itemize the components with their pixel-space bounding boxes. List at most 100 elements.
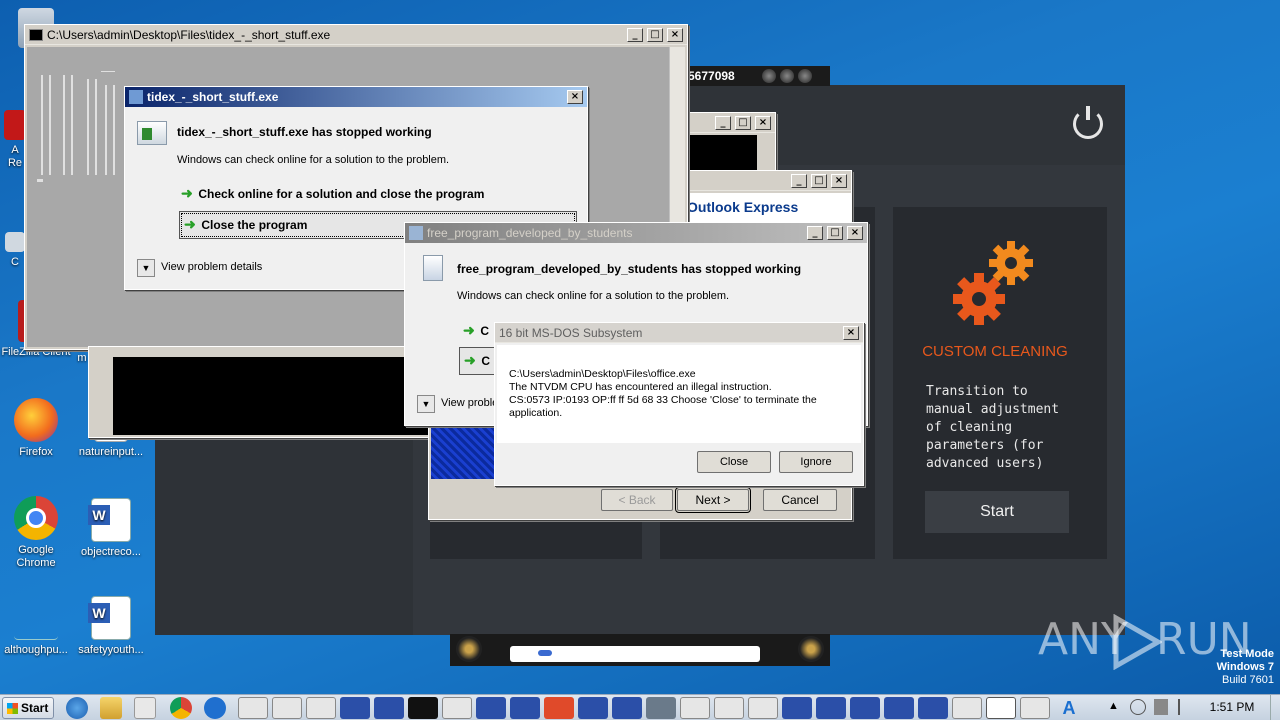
outlook-title: Outlook Express — [687, 199, 799, 215]
console-title: C:\Users\admin\Desktop\Files\tidex_-_sho… — [47, 27, 331, 42]
clock[interactable]: 1:51 PM — [1202, 700, 1262, 714]
taskbar-app-19[interactable] — [850, 697, 880, 719]
taskbar-app-11[interactable] — [578, 697, 608, 719]
taskbar-app-2[interactable] — [272, 697, 302, 719]
card-title: CUSTOM CLEANING — [922, 343, 1068, 360]
network-icon[interactable] — [1130, 699, 1146, 715]
taskbar-app-10[interactable] — [544, 697, 574, 719]
desktop-icon-label: safetyyouth... — [78, 644, 144, 656]
view-details-link[interactable]: View proble — [441, 397, 498, 409]
flag-icon[interactable] — [1178, 699, 1192, 715]
taskbar-app-17[interactable] — [782, 697, 812, 719]
speaker-icon[interactable] — [1154, 699, 1168, 715]
option-label: Close the program — [201, 218, 308, 232]
taskbar-app-23[interactable] — [986, 697, 1016, 719]
close-program-option[interactable]: ➜ C — [459, 347, 499, 375]
taskbar-app-3[interactable] — [306, 697, 336, 719]
close-icon[interactable]: × — [755, 115, 771, 130]
taskbar-app-1[interactable] — [238, 697, 268, 719]
tray-chevron-icon[interactable]: ▲ — [1108, 700, 1119, 712]
taskbar-app-21[interactable] — [918, 697, 948, 719]
close-button[interactable]: Close — [697, 451, 771, 473]
msdos-line-1: C:\Users\admin\Desktop\Files\office.exe — [509, 368, 696, 380]
cleaner-card-custom: CUSTOM CLEANING Transition to manual adj… — [893, 207, 1107, 559]
desktop-icon-objectreco[interactable]: W objectreco... — [75, 498, 147, 559]
arrow-right-icon: ➜ — [184, 216, 196, 232]
taskbar-app-15[interactable] — [714, 697, 744, 719]
desktop-icon-chrome[interactable]: Google Chrome — [0, 496, 72, 570]
ignore-button[interactable]: Ignore — [779, 451, 853, 473]
show-desktop-button[interactable] — [1270, 695, 1280, 720]
media-counter: 5677098 — [688, 69, 735, 83]
minimize-icon[interactable]: _ — [791, 173, 807, 188]
start-button[interactable]: Start — [2, 697, 54, 719]
taskbar-app-20[interactable] — [884, 697, 914, 719]
taskbar-app-9[interactable] — [510, 697, 540, 719]
desktop-icon-althoughpu[interactable]: althoughpu... — [0, 620, 72, 657]
desktop-icon-safetyyouth[interactable]: W safetyyouth... — [75, 596, 147, 657]
dialog-message: Windows can check online for a solution … — [177, 154, 450, 166]
wizard-banner — [431, 427, 495, 479]
dialog-msdos: 16 bit MS-DOS Subsystem × C:\Users\admin… — [494, 322, 864, 486]
chevron-down-icon[interactable]: ▼ — [137, 259, 155, 277]
taskbar-app-12[interactable] — [612, 697, 642, 719]
minimize-icon[interactable]: _ — [627, 27, 643, 42]
program-icon — [423, 255, 443, 281]
dialog-heading: free_program_developed_by_students has s… — [457, 262, 802, 276]
close-icon[interactable]: × — [831, 173, 847, 188]
maximize-icon[interactable]: □ — [647, 27, 663, 42]
windows-logo-icon — [7, 703, 18, 714]
power-icon[interactable] — [1073, 106, 1103, 139]
close-icon[interactable]: × — [843, 325, 859, 340]
check-online-option[interactable]: ➜ Check online for a solution and close … — [181, 183, 577, 205]
media-seek-bar[interactable] — [510, 646, 760, 662]
close-icon[interactable]: × — [567, 90, 583, 104]
word-document-icon: W — [88, 596, 131, 640]
outlook-window: _ □ × Outlook Express — [684, 170, 852, 226]
minimize-icon[interactable]: _ — [715, 115, 731, 130]
arrow-right-icon: ➜ — [181, 185, 193, 201]
taskbar-app-13[interactable] — [646, 697, 676, 719]
maximize-icon[interactable]: □ — [827, 226, 843, 240]
taskbar-app-24[interactable] — [1020, 697, 1050, 719]
taskbar-app-18[interactable] — [816, 697, 846, 719]
font-icon[interactable]: A — [1054, 697, 1084, 719]
chevron-down-icon[interactable]: ▼ — [417, 395, 435, 413]
option-label: Check online for a solution and close th… — [198, 187, 485, 201]
desktop-icon-firefox[interactable]: Firefox — [0, 398, 72, 459]
taskbar-app-8[interactable] — [476, 697, 506, 719]
media-player-icon[interactable] — [134, 697, 156, 719]
minimize-icon[interactable]: _ — [807, 226, 823, 240]
chrome-icon[interactable] — [170, 697, 192, 719]
dialog-heading: tidex_-_short_stuff.exe has stopped work… — [177, 125, 432, 139]
view-details-link[interactable]: View problem details — [161, 261, 262, 273]
back-button[interactable]: < Back — [601, 489, 673, 511]
maximize-icon[interactable]: □ — [735, 115, 751, 130]
taskbar-app-6[interactable] — [408, 697, 438, 719]
close-icon[interactable]: × — [847, 226, 863, 240]
maximize-icon[interactable]: □ — [811, 173, 827, 188]
taskbar-app-16[interactable] — [748, 697, 778, 719]
desktop-icon-label: althoughpu... — [4, 644, 68, 656]
start-button[interactable]: Start — [925, 491, 1069, 533]
close-icon[interactable]: × — [667, 27, 683, 42]
cancel-button[interactable]: Cancel — [763, 489, 837, 511]
explorer-icon[interactable] — [100, 697, 122, 719]
watermark-line3: Build 7601 — [1222, 674, 1274, 686]
option-label: C — [480, 324, 490, 338]
taskbar-app-22[interactable] — [952, 697, 982, 719]
acrobat-icon — [4, 110, 26, 140]
file-icon — [14, 620, 58, 640]
taskbar-app-4[interactable] — [340, 697, 370, 719]
ccleaner-icon — [5, 232, 25, 252]
taskbar-app-5[interactable] — [374, 697, 404, 719]
taskbar-app-14[interactable] — [680, 697, 710, 719]
watermark-line2: Windows 7 — [1216, 661, 1274, 673]
taskbar-app-7[interactable] — [442, 697, 472, 719]
msdos-line-3: CS:0573 IP:0193 OP:ff ff 5d 68 33 Choose… — [509, 394, 817, 406]
ie-icon[interactable] — [66, 697, 88, 719]
edge-icon[interactable] — [204, 697, 226, 719]
arrow-right-icon: ➜ — [463, 322, 475, 338]
next-button[interactable]: Next > — [675, 487, 751, 513]
firefox-icon — [14, 398, 58, 442]
